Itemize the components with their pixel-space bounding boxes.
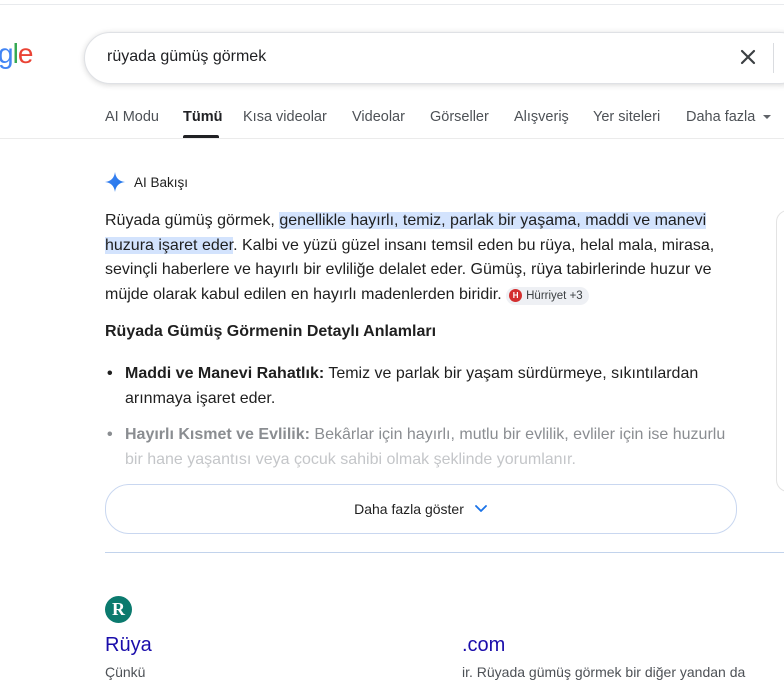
- source-chip-label: Hürriyet +3: [526, 289, 583, 302]
- tab-short-videos[interactable]: Kısa videolar: [243, 109, 327, 125]
- list-item-text-faded: bir hane yaşantısı veya çocuk sahibi olm…: [125, 450, 576, 468]
- show-more-label: Daha fazla göster: [354, 501, 464, 517]
- list-item-bold: Maddi ve Manevi Rahatlık:: [125, 365, 325, 382]
- caret-down-icon: [763, 115, 772, 120]
- tab-images[interactable]: Görseller: [430, 109, 489, 125]
- result-snippet: Çünkü: [105, 664, 146, 680]
- tab-ai-mode[interactable]: AI Modu: [105, 109, 159, 125]
- sparkle-icon: [105, 172, 125, 192]
- ai-overview-subheading: Rüyada Gümüş Görmenin Detaylı Anlamları: [105, 323, 437, 340]
- tab-more-label: Daha fazla: [686, 109, 756, 125]
- tab-more[interactable]: Daha fazla: [686, 109, 772, 125]
- tab-videos[interactable]: Videolar: [352, 109, 405, 125]
- tab-all[interactable]: Tümü: [183, 109, 222, 125]
- search-box[interactable]: rüyada gümüş görmek: [84, 32, 784, 84]
- tab-places-label: Yer siteleri: [593, 109, 661, 125]
- list-item: Hayırlı Kısmet ve Evlilik: Bekârlar için…: [105, 423, 745, 472]
- search-separator: [773, 43, 774, 73]
- close-icon: [740, 49, 756, 65]
- google-logo[interactable]: gle: [0, 38, 33, 70]
- result-title-end[interactable]: .com: [462, 634, 505, 657]
- list-item-bold: Hayırlı Kısmet ve Evlilik:: [125, 426, 310, 443]
- ai-overview-title: AI Bakışı: [134, 174, 189, 190]
- chevron-down-icon: [474, 505, 487, 512]
- ai-overview-divider: [105, 552, 784, 553]
- list-item-text: Bekârlar için hayırlı, mutlu bir evlilik…: [309, 426, 726, 443]
- search-input[interactable]: rüyada gümüş görmek: [107, 48, 266, 66]
- tab-shopping[interactable]: Alışveriş: [514, 109, 569, 125]
- show-more-button[interactable]: Daha fazla göster: [105, 484, 737, 534]
- ai-overview-summary: Rüyada gümüş görmek, genellikle hayırlı,…: [105, 209, 745, 307]
- hurriyet-logo-icon: H: [509, 289, 523, 302]
- top-border: [0, 4, 784, 5]
- result-title[interactable]: Rüya: [105, 634, 152, 657]
- list-item: Maddi ve Manevi Rahatlık: Temiz ve parla…: [105, 362, 745, 411]
- clear-search-button[interactable]: [737, 46, 759, 68]
- summary-intro: Rüyada gümüş görmek,: [105, 212, 280, 229]
- site-favicon[interactable]: R: [105, 596, 132, 623]
- side-panel-card: [776, 210, 784, 492]
- ai-overview-header: AI Bakışı: [104, 171, 188, 193]
- source-chip[interactable]: H Hürriyet +3: [506, 286, 589, 305]
- result-snippet-end: ir. Rüyada gümüş görmek bir diğer yandan…: [462, 664, 746, 680]
- tabs-divider: [0, 138, 784, 139]
- ai-overview-list: Maddi ve Manevi Rahatlık: Temiz ve parla…: [105, 362, 745, 484]
- tab-places[interactable]: Yer siteleri: [593, 109, 660, 125]
